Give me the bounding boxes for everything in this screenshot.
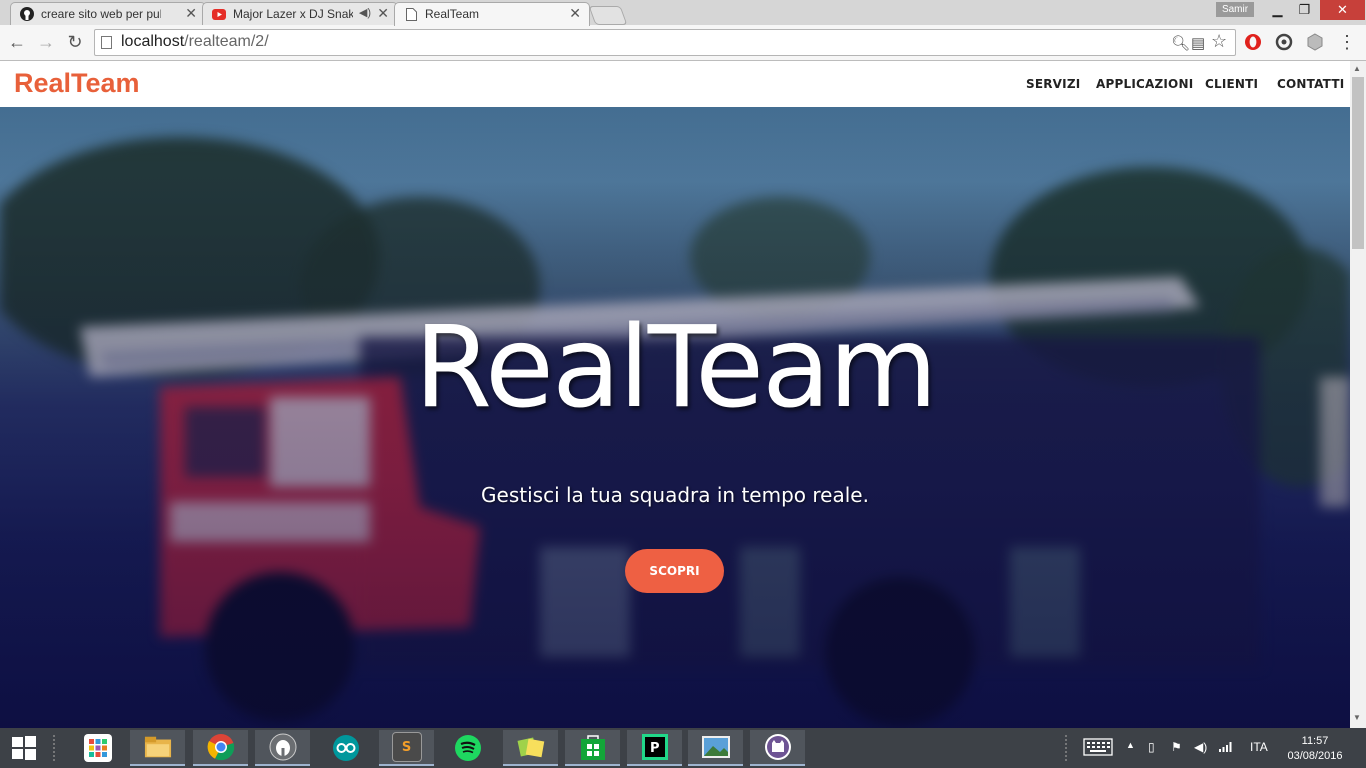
- flag-icon[interactable]: ⚑: [1171, 740, 1182, 754]
- github-desktop-icon[interactable]: [750, 730, 805, 766]
- tab-title: RealTeam: [425, 7, 480, 21]
- clock-date: 03/08/2016: [1287, 750, 1343, 762]
- scroll-down-icon[interactable]: ▼: [1353, 713, 1361, 722]
- clock-time: 11:57: [1301, 735, 1329, 747]
- forward-icon[interactable]: →: [35, 31, 57, 53]
- nav-clienti[interactable]: CLIENTI: [1205, 77, 1258, 91]
- scopri-button[interactable]: SCOPRI: [625, 549, 724, 593]
- arduino-icon[interactable]: [318, 730, 373, 766]
- window-close-icon[interactable]: ✕: [1320, 0, 1365, 20]
- address-bar[interactable]: localhost/realteam/2/ 🔍︎ ▤ ☆: [94, 29, 1236, 56]
- nav-applicazioni[interactable]: APPLICAZIONI: [1096, 77, 1193, 91]
- back-icon[interactable]: ←: [6, 31, 28, 53]
- scroll-up-icon[interactable]: ▲: [1353, 64, 1361, 73]
- photos-icon[interactable]: [688, 730, 743, 766]
- chevron-up-icon[interactable]: ▲: [1126, 740, 1135, 750]
- device-icon[interactable]: ▯: [1148, 740, 1155, 754]
- language-indicator[interactable]: ITA: [1250, 740, 1268, 754]
- sync-extension-icon[interactable]: [1273, 31, 1295, 53]
- site-navbar: RealTeam SERVIZI APPLICAZIONI CLIENTI CO…: [0, 61, 1350, 107]
- nav-servizi[interactable]: SERVIZI: [1026, 77, 1080, 91]
- network-icon[interactable]: [1218, 740, 1234, 755]
- tab-github[interactable]: creare sito web per pubbl ✕: [10, 2, 206, 25]
- tab-youtube[interactable]: Major Lazer x DJ Snake ◀) ✕: [202, 2, 398, 25]
- tab-realteam[interactable]: RealTeam ✕: [394, 2, 590, 26]
- spotify-icon[interactable]: [440, 730, 495, 766]
- start-grid-icon[interactable]: [70, 730, 125, 766]
- url-text[interactable]: localhost/realteam/2/: [121, 33, 269, 51]
- chrome-icon[interactable]: [193, 730, 248, 766]
- tab-title: creare sito web per pubbl: [41, 7, 161, 21]
- tab-strip: creare sito web per pubbl ✕ Major Lazer …: [0, 0, 1366, 26]
- web-page: RealTeam SERVIZI APPLICAZIONI CLIENTI CO…: [0, 61, 1350, 728]
- tab-close-icon[interactable]: ✕: [569, 5, 581, 22]
- shield-extension-icon[interactable]: [1304, 31, 1326, 53]
- pycharm-icon[interactable]: P: [627, 730, 682, 766]
- bookmark-star-icon[interactable]: ☆: [1211, 31, 1227, 52]
- svg-text:P: P: [650, 741, 660, 756]
- tray-grip: [1064, 734, 1068, 762]
- opera-extension-icon[interactable]: [1242, 31, 1264, 53]
- sublime-text-icon[interactable]: S: [379, 730, 434, 766]
- nav-contatti[interactable]: CONTATTI: [1277, 77, 1344, 91]
- page-info-icon[interactable]: [101, 36, 112, 49]
- hero-title: RealTeam: [414, 303, 937, 433]
- page-scrollbar[interactable]: ▲ ▼: [1350, 61, 1366, 728]
- volume-icon[interactable]: ◀): [1194, 740, 1207, 754]
- clock[interactable]: 11:57 03/08/2016: [1280, 734, 1350, 764]
- zoom-icon[interactable]: 🔍︎: [1171, 34, 1190, 52]
- profile-button[interactable]: Samir: [1216, 2, 1254, 17]
- new-tab-button[interactable]: [588, 6, 628, 25]
- minimize-icon[interactable]: ▁: [1264, 0, 1291, 20]
- keyboard-icon[interactable]: [1083, 738, 1113, 759]
- site-brand[interactable]: RealTeam: [14, 68, 140, 99]
- browser-toolbar: ← → ↻ localhost/realteam/2/ 🔍︎ ▤ ☆ ⋮: [0, 25, 1366, 61]
- reload-icon[interactable]: ↻: [64, 31, 86, 53]
- tab-close-icon[interactable]: ✕: [377, 5, 389, 22]
- store-icon[interactable]: [565, 730, 620, 766]
- scroll-thumb[interactable]: [1352, 77, 1364, 249]
- tab-title: Major Lazer x DJ Snake: [233, 7, 353, 21]
- windows-start-icon[interactable]: [0, 728, 48, 768]
- hero-subtitle: Gestisci la tua squadra in tempo reale.: [481, 483, 869, 507]
- github-icon: [20, 7, 34, 21]
- restore-icon[interactable]: ❐: [1291, 0, 1318, 20]
- notes-app-icon[interactable]: [503, 730, 558, 766]
- translate-icon[interactable]: ▤: [1191, 34, 1205, 52]
- hero-section: RealTeam Gestisci la tua squadra in temp…: [0, 107, 1350, 728]
- speaker-icon[interactable]: ◀): [359, 6, 371, 19]
- elephant-app-icon[interactable]: [255, 730, 310, 766]
- taskbar-grip: [52, 734, 56, 762]
- youtube-icon: [212, 7, 226, 21]
- file-explorer-icon[interactable]: [130, 730, 185, 766]
- tab-close-icon[interactable]: ✕: [185, 5, 197, 22]
- taskbar: S P ▲ ▯ ⚑ ◀) ITA 11:57 03/08/2016: [0, 728, 1366, 768]
- page-icon: [404, 7, 418, 21]
- menu-icon[interactable]: ⋮: [1336, 31, 1358, 53]
